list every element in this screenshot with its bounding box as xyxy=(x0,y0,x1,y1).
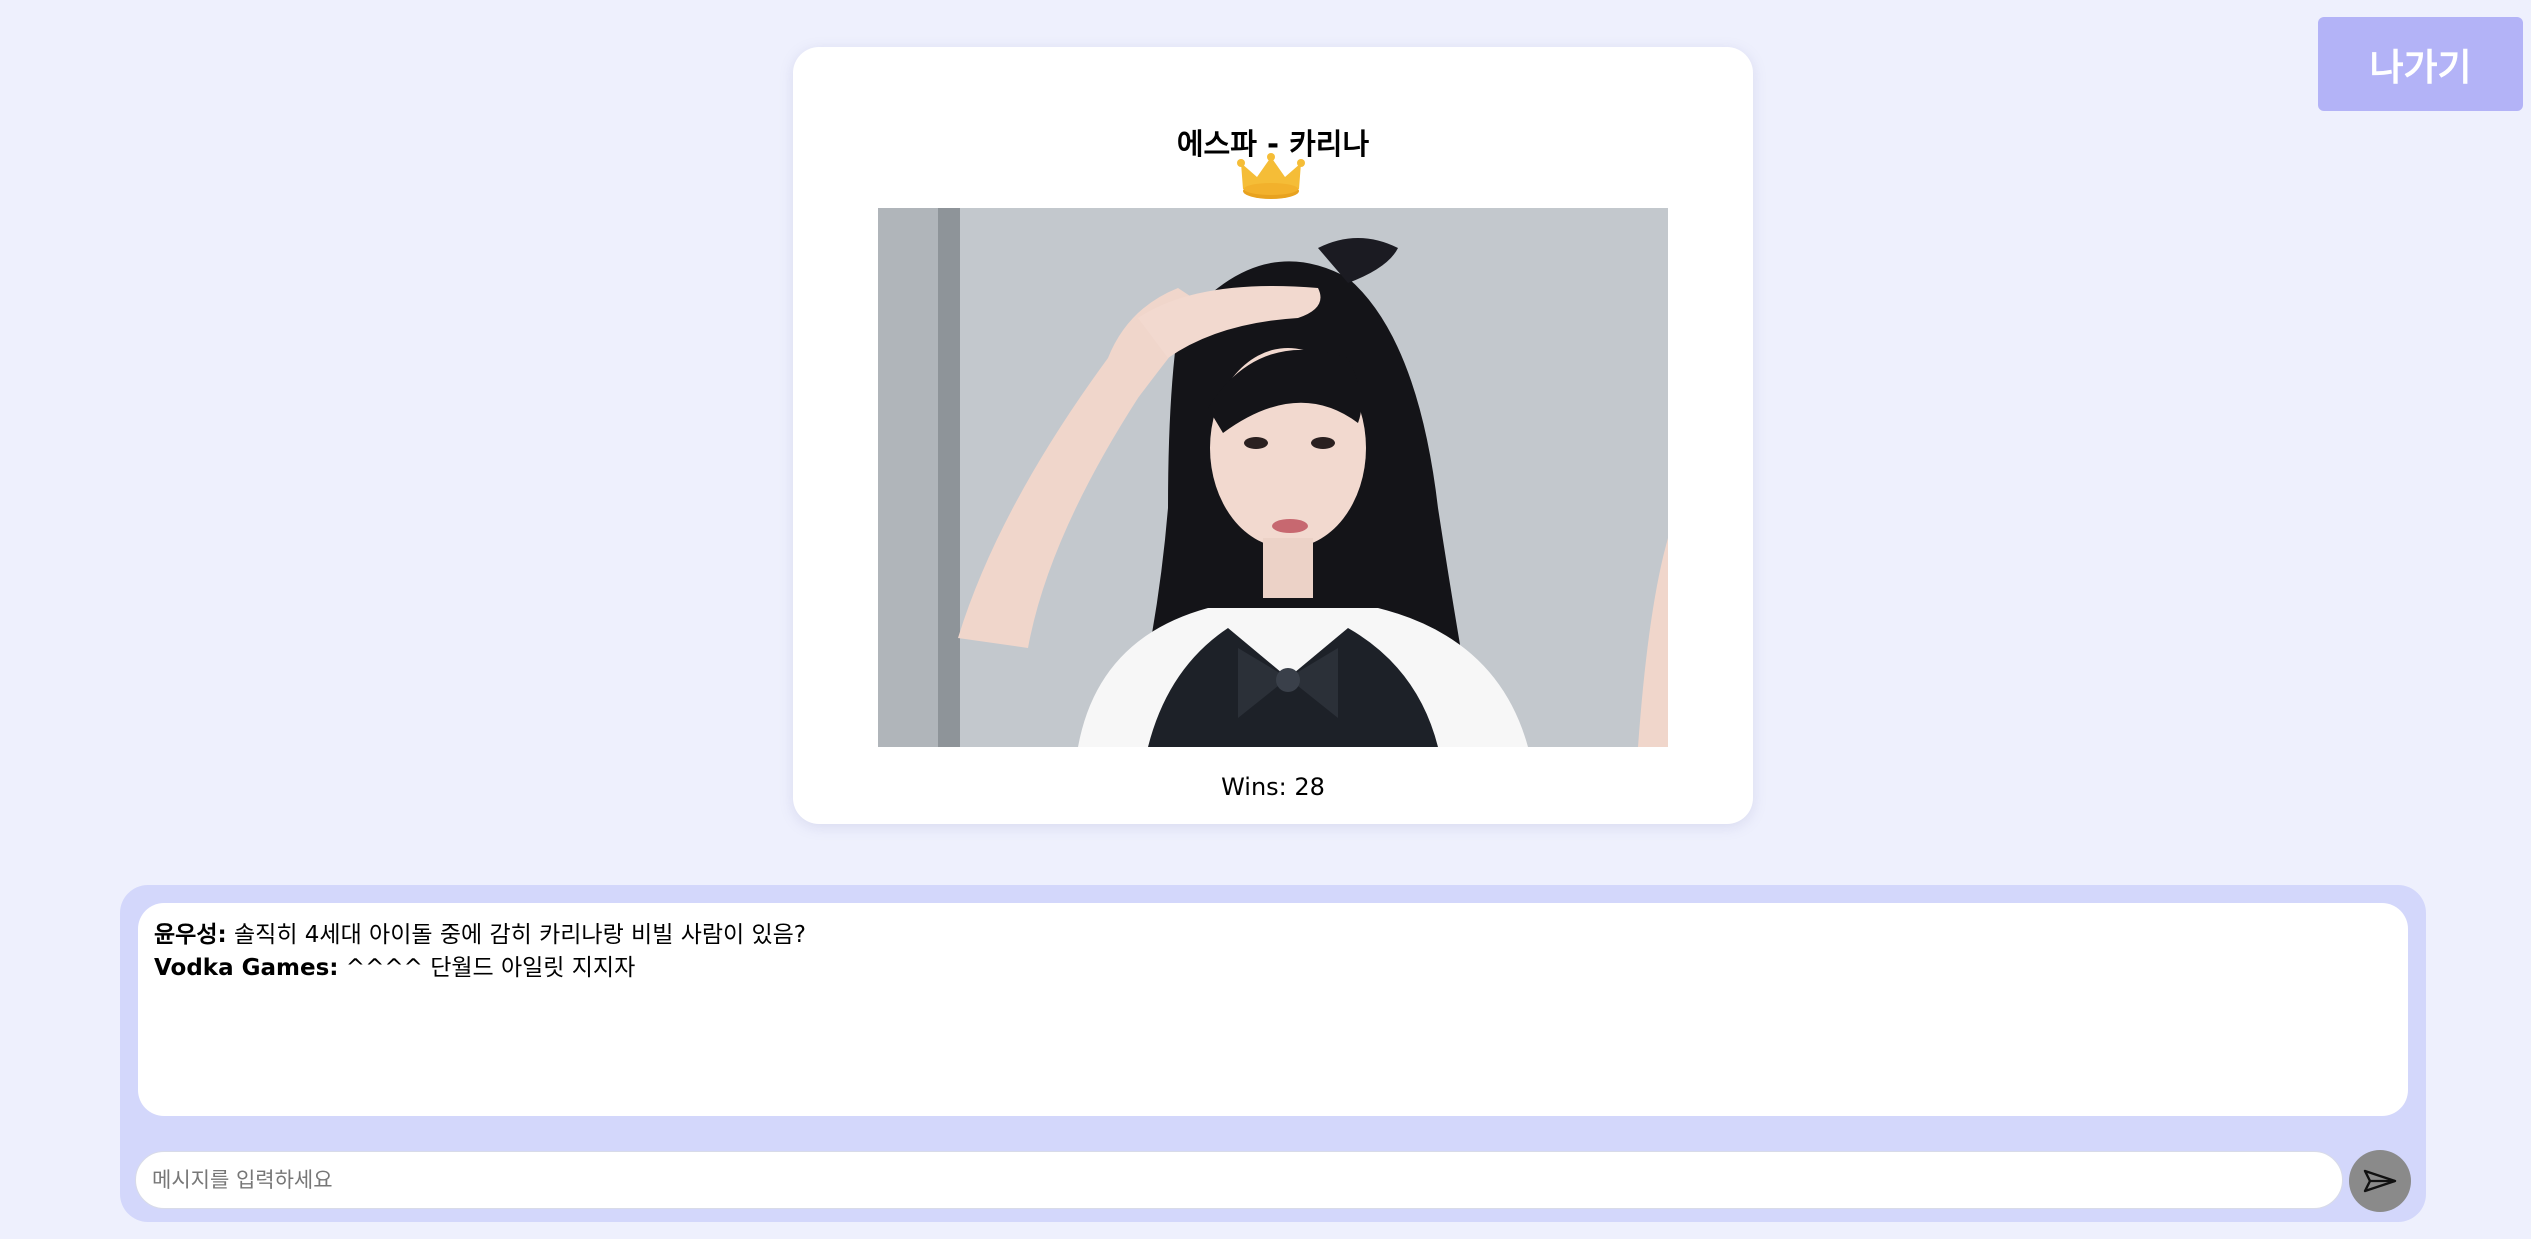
exit-button[interactable]: 나가기 xyxy=(2318,17,2523,111)
crown-icon xyxy=(1237,153,1305,199)
chat-message: 윤우성: 솔직히 4세대 아이돌 중에 감히 카리나랑 비빌 사람이 있음? xyxy=(154,919,2392,952)
message-input[interactable] xyxy=(135,1151,2343,1209)
winner-card: 에스파 - 카리나 Wins: 28 xyxy=(793,47,1753,824)
chat-text: 솔직히 4세대 아이돌 중에 감히 카리나랑 비빌 사람이 있음? xyxy=(226,922,807,948)
winner-photo-illustration xyxy=(878,208,1668,747)
send-icon xyxy=(2363,1169,2397,1193)
winner-photo xyxy=(878,208,1668,747)
chat-text: ^^^^ 단월드 아일릿 지지자 xyxy=(338,955,636,981)
wins-count: Wins: 28 xyxy=(1221,773,1325,801)
chat-sender: 윤우성: xyxy=(154,922,227,948)
chat-log[interactable]: 윤우성: 솔직히 4세대 아이돌 중에 감히 카리나랑 비빌 사람이 있음? V… xyxy=(138,903,2408,1116)
chat-panel: 윤우성: 솔직히 4세대 아이돌 중에 감히 카리나랑 비빌 사람이 있음? V… xyxy=(120,885,2426,1222)
chat-sender: Vodka Games: xyxy=(154,955,339,981)
chat-message: Vodka Games: ^^^^ 단월드 아일릿 지지자 xyxy=(154,952,2392,985)
send-button[interactable] xyxy=(2349,1150,2411,1212)
